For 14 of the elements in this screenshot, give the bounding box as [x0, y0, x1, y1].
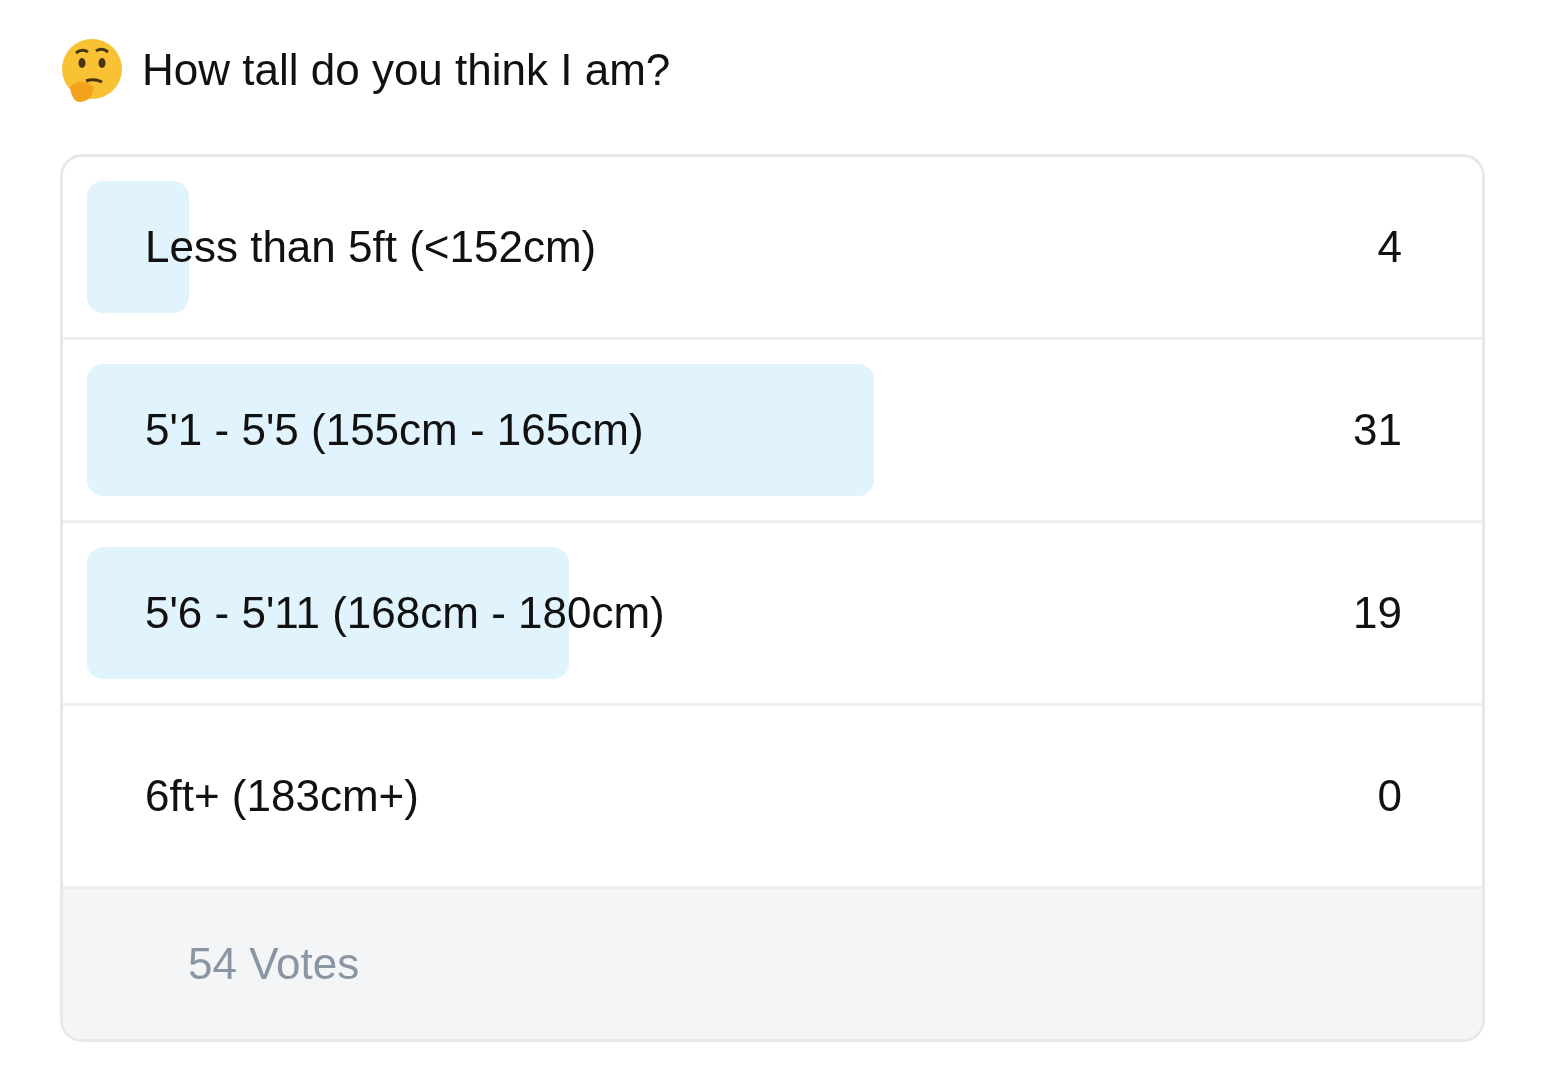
poll-question: How tall do you think I am?	[142, 45, 671, 95]
poll-option[interactable]: 5'6 - 5'11 (168cm - 180cm) 19	[63, 523, 1482, 706]
vote-count: 0	[1377, 771, 1402, 821]
option-label: 6ft+ (183cm+)	[145, 771, 420, 821]
total-votes: 54 Votes	[188, 939, 360, 989]
option-label: 5'1 - 5'5 (155cm - 165cm)	[145, 405, 645, 455]
vote-count: 19	[1353, 588, 1402, 638]
option-label: Less than 5ft (<152cm)	[145, 222, 598, 272]
option-label: 5'6 - 5'11 (168cm - 180cm)	[145, 588, 666, 638]
poll-option[interactable]: 5'1 - 5'5 (155cm - 165cm) 31	[63, 340, 1482, 523]
vote-count: 31	[1353, 405, 1402, 455]
thinking-emoji-icon	[60, 37, 124, 103]
poll-option[interactable]: Less than 5ft (<152cm) 4	[63, 157, 1482, 340]
vote-count: 4	[1377, 222, 1402, 272]
